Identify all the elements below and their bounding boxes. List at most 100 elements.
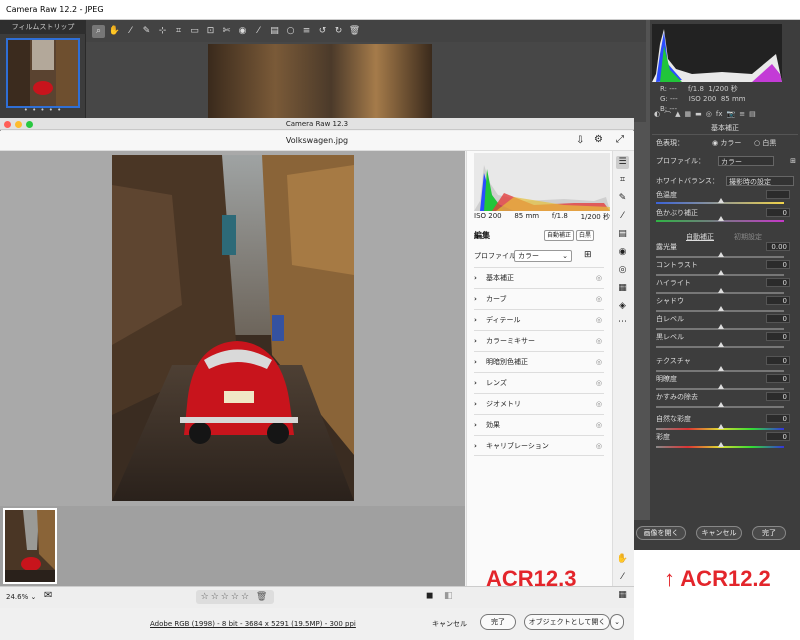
old-done-button[interactable]: 完了 (752, 526, 786, 540)
slider-value[interactable]: 0 (766, 374, 790, 383)
slider-thumb[interactable] (718, 366, 724, 371)
redeye-icon[interactable]: ◉ (236, 25, 249, 38)
old-film-thumbnail[interactable] (6, 38, 80, 108)
visibility-icon[interactable]: ◎ (596, 415, 602, 436)
main-photo[interactable] (112, 155, 354, 501)
old-cancel-button[interactable]: キャンセル (696, 526, 742, 540)
crop-icon[interactable]: ⌗ (172, 25, 185, 38)
open-as-object-button[interactable]: オブジェクトとして開く (524, 614, 610, 630)
old-auto-link[interactable]: 自動補正 (686, 232, 714, 242)
profile-browser-icon[interactable]: ⊞ (584, 250, 592, 260)
hand-icon[interactable]: ✋ (108, 25, 121, 38)
redeye-icon[interactable]: ◎ (616, 264, 629, 277)
slider-thumb[interactable] (718, 342, 724, 347)
adjustment-brush-icon[interactable]: ⁄ (616, 210, 629, 223)
profile-browser-icon[interactable]: ⊞ (790, 156, 796, 166)
slider-thumb[interactable] (718, 442, 724, 447)
slider-thumb[interactable] (718, 384, 724, 389)
eyedropper-icon[interactable]: ⁄ (124, 25, 137, 38)
visibility-icon[interactable]: ◎ (596, 352, 602, 373)
more-icon[interactable]: ⋯ (616, 316, 629, 329)
zoom-icon[interactable]: ⌕ (92, 24, 105, 38)
view-mode-icon[interactable]: ✉ (44, 590, 52, 601)
straighten-icon[interactable]: ▭ (188, 25, 201, 38)
workflow-options-link[interactable]: Adobe RGB (1998) - 8 bit - 3684 x 5291 (… (150, 620, 356, 628)
slider-value[interactable]: 0 (766, 278, 790, 287)
radial-filter-icon[interactable]: ○ (284, 25, 297, 38)
slider-value[interactable] (766, 190, 790, 199)
tab-lens-icon[interactable]: ◎ (706, 110, 712, 122)
radial-filter-icon[interactable]: ◉ (616, 246, 629, 259)
tab-split-icon[interactable]: ▬ (695, 110, 702, 122)
old-profile-select[interactable]: カラー (718, 156, 774, 166)
new-profile-select[interactable]: カラー ⌄ (514, 250, 572, 262)
transform-icon[interactable]: ⊡ (204, 25, 217, 38)
tab-basic-icon[interactable]: ◐ (654, 110, 660, 122)
tab-detail-icon[interactable]: ▲ (675, 110, 680, 122)
tab-curve-icon[interactable]: ⌒ (664, 110, 671, 122)
slider-thumb[interactable] (718, 424, 724, 429)
slider-value[interactable]: 0 (766, 260, 790, 269)
slider-value[interactable]: 0.00 (766, 242, 790, 251)
spot-removal-icon[interactable]: ✄ (220, 25, 233, 38)
settings-gear-icon[interactable]: ⚙ (594, 134, 603, 145)
tab-effects-icon[interactable]: fx (716, 110, 723, 122)
slider-value[interactable]: 0 (766, 332, 790, 341)
visibility-icon[interactable]: ◎ (596, 373, 602, 394)
slider-value[interactable]: 0 (766, 432, 790, 441)
slider-thumb[interactable] (718, 252, 724, 257)
zoom-window-icon[interactable] (26, 121, 33, 128)
slider-thumb[interactable] (718, 324, 724, 329)
close-window-icon[interactable] (4, 121, 11, 128)
slider-value[interactable]: 0 (766, 356, 790, 365)
slider-value[interactable]: 0 (766, 208, 790, 217)
bw-button[interactable]: 白黒 (576, 230, 595, 241)
visibility-icon[interactable]: ◎ (596, 289, 602, 310)
auto-button[interactable]: 自動補正 (544, 230, 575, 241)
tab-calibration-icon[interactable]: 📷 (726, 110, 735, 122)
wb-select[interactable]: 撮影時の設定 (726, 176, 794, 186)
slider-value[interactable]: 0 (766, 296, 790, 305)
old-default-link[interactable]: 初期設定 (734, 232, 762, 242)
save-icon[interactable]: ⇩ (576, 135, 584, 146)
crop-rotate-icon[interactable]: ⌗ (616, 174, 629, 187)
section-basic[interactable]: › 基本補正 ◎ (474, 267, 604, 288)
minimize-window-icon[interactable] (15, 121, 22, 128)
preferences-icon[interactable]: ≡ (300, 25, 313, 38)
treatment-bw-radio[interactable]: ○ 白黒 (754, 138, 776, 148)
presets-icon[interactable]: ◈ (616, 300, 629, 313)
open-image-button[interactable]: 画像を開く (636, 526, 686, 540)
rating-stars[interactable]: ☆☆☆☆☆ 🗑 (196, 590, 274, 604)
graduated-filter-icon[interactable]: ▤ (268, 25, 281, 38)
visibility-icon[interactable]: ◎ (596, 331, 602, 352)
visibility-icon[interactable]: ◎ (596, 436, 602, 457)
section-split-toning[interactable]: › 明暗別色補正 ◎ (474, 351, 604, 372)
open-dropdown-icon[interactable]: ⌄ (610, 614, 624, 630)
healing-icon[interactable]: ✎ (616, 192, 629, 205)
slider-thumb[interactable] (718, 288, 724, 293)
new-cancel-button[interactable]: キャンセル (432, 619, 467, 629)
slider-thumb[interactable] (718, 270, 724, 275)
slider-thumb[interactable] (718, 306, 724, 311)
section-lens[interactable]: › レンズ ◎ (474, 372, 604, 393)
snapshots-icon[interactable]: ▦ (616, 282, 629, 295)
section-calibration[interactable]: › キャリブレーション ◎ (474, 435, 604, 456)
brush-icon[interactable]: ⁄ (252, 25, 265, 38)
tab-snapshots-icon[interactable]: ▤ (749, 110, 756, 122)
compare-view-icon[interactable]: ◧ (444, 591, 453, 601)
tab-presets-icon[interactable]: ≡ (739, 110, 745, 122)
new-done-button[interactable]: 完了 (480, 614, 516, 630)
eyedropper-tool-icon[interactable]: ⁄ (616, 571, 629, 584)
slider-value[interactable]: 0 (766, 414, 790, 423)
section-geometry[interactable]: › ジオメトリ ◎ (474, 393, 604, 414)
color-sampler-icon[interactable]: ✎ (140, 25, 153, 38)
section-curve[interactable]: › カーブ ◎ (474, 288, 604, 309)
target-adjust-icon[interactable]: ⊹ (156, 25, 169, 38)
section-effects[interactable]: › 効果 ◎ (474, 414, 604, 435)
slider-thumb[interactable] (718, 402, 724, 407)
slider-value[interactable]: 0 (766, 314, 790, 323)
edit-sliders-icon[interactable]: ☰ (616, 156, 629, 169)
rotate-right-icon[interactable]: ↻ (332, 25, 345, 38)
new-film-thumbnail[interactable] (3, 508, 57, 584)
section-detail[interactable]: › ディテール ◎ (474, 309, 604, 330)
